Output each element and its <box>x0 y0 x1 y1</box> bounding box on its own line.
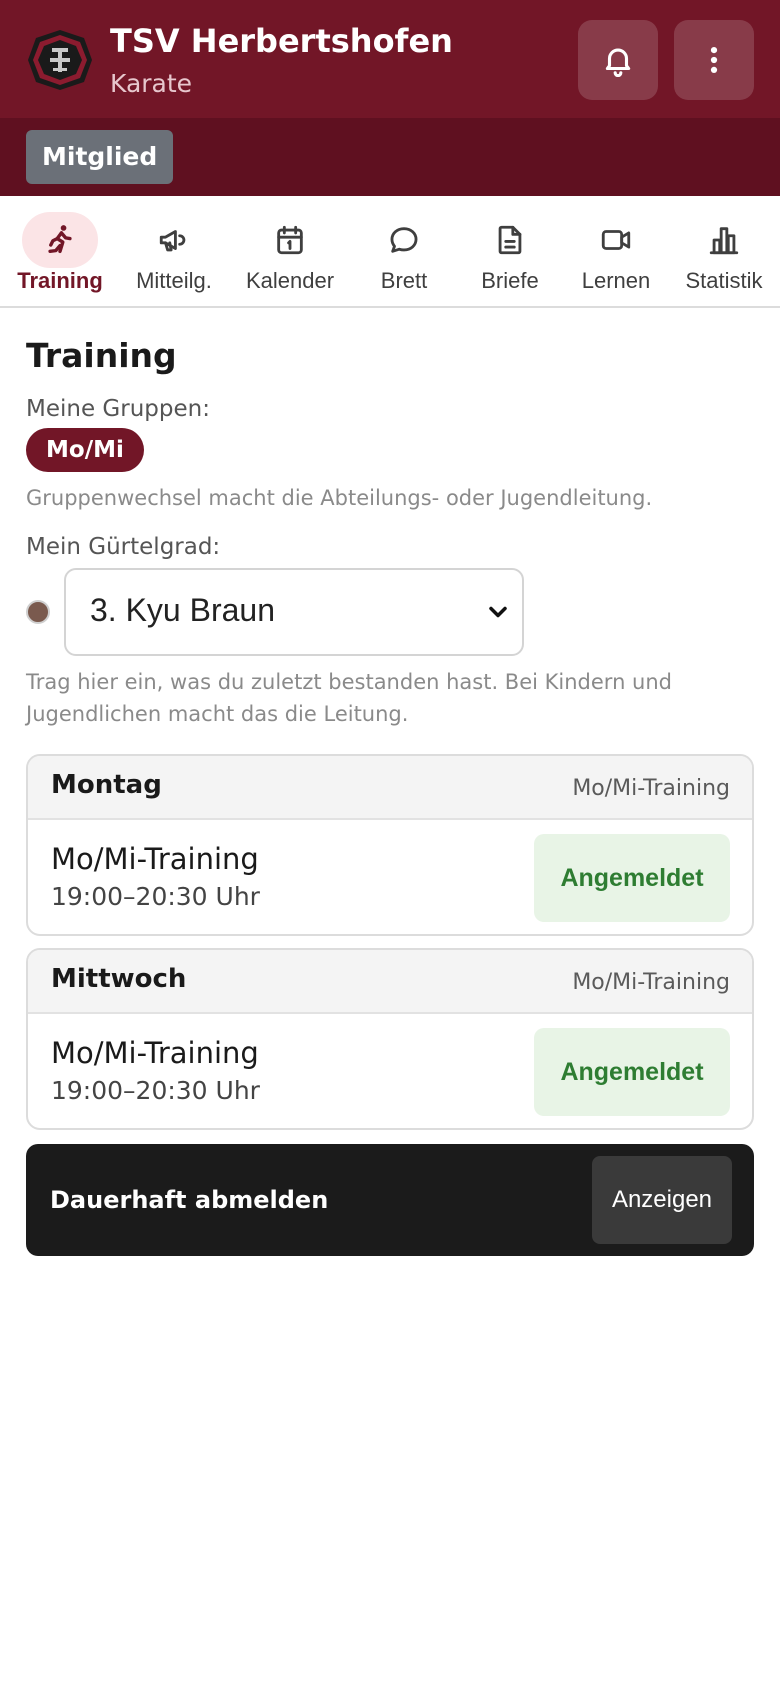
more-menu-button[interactable] <box>674 20 754 100</box>
video-icon <box>601 230 631 250</box>
tab-statistik[interactable]: Statistik <box>668 196 780 306</box>
groups-label: Meine Gruppen: <box>26 396 210 422</box>
session-card: Mittwoch Mo/Mi-Training Mo/Mi-Training 1… <box>26 948 754 1130</box>
session-group-tag: Mo/Mi-Training <box>572 970 730 995</box>
running-icon <box>48 225 72 254</box>
tab-kalender[interactable]: Kalender <box>228 196 352 306</box>
bell-icon <box>605 48 631 77</box>
tab-label: Brett <box>380 268 428 293</box>
bar-chart-icon <box>709 227 739 255</box>
belt-label: Mein Gürtelgrad: <box>26 534 221 560</box>
tab-training[interactable]: Training <box>0 196 120 306</box>
session-day: Mittwoch <box>51 964 187 994</box>
club-crest-icon <box>28 30 92 90</box>
session-day: Montag <box>51 770 162 800</box>
tab-label: Briefe <box>481 268 539 293</box>
session-group-tag: Mo/Mi-Training <box>572 776 730 801</box>
chat-bubble-icon <box>390 227 418 253</box>
tab-label: Lernen <box>581 268 651 293</box>
tab-mitteilungen[interactable]: Mitteilg. <box>120 196 228 306</box>
tab-lernen[interactable]: Lernen <box>564 196 668 306</box>
page-title: Training <box>26 336 177 375</box>
notifications-button[interactable] <box>578 20 658 100</box>
unsubscribe-bar: Dauerhaft abmelden Anzeigen <box>26 1144 754 1256</box>
tab-label: Training <box>17 268 103 293</box>
session-name: Mo/Mi-Training <box>51 842 259 876</box>
tab-briefe[interactable]: Briefe <box>456 196 564 306</box>
calendar-icon <box>277 225 303 255</box>
app-bar: TSV Herbertshofen Karate <box>0 0 780 118</box>
app-title: TSV Herbertshofen <box>110 22 453 60</box>
tab-label: Statistik <box>685 268 763 293</box>
session-card-header: Montag Mo/Mi-Training <box>28 756 752 820</box>
group-chip: Mo/Mi <box>26 428 144 472</box>
unsubscribe-label: Dauerhaft abmelden <box>50 1186 329 1214</box>
session-time: 19:00–20:30 Uhr <box>51 882 260 911</box>
session-card-header: Mittwoch Mo/Mi-Training <box>28 950 752 1014</box>
document-icon <box>498 225 522 255</box>
tab-brett[interactable]: Brett <box>352 196 456 306</box>
show-unsubscribe-button[interactable]: Anzeigen <box>592 1156 732 1244</box>
session-card: Montag Mo/Mi-Training Mo/Mi-Training 19:… <box>26 754 754 936</box>
groups-hint: Gruppenwechsel macht die Abteilungs- ode… <box>26 486 653 510</box>
tab-label: Kalender <box>245 268 335 293</box>
chevron-down-icon <box>489 606 507 618</box>
belt-grade-select[interactable]: 3. Kyu Braun <box>64 568 524 656</box>
role-bar: Mitglied <box>0 118 780 196</box>
more-vertical-icon <box>710 46 718 74</box>
belt-hint: Trag hier ein, was du zuletzt bestanden … <box>26 670 673 726</box>
tab-label: Mitteilg. <box>136 268 212 293</box>
registration-status-button[interactable]: Angemeldet <box>534 1028 730 1116</box>
belt-grade-value: 3. Kyu Braun <box>90 592 275 628</box>
session-time: 19:00–20:30 Uhr <box>51 1076 260 1105</box>
session-name: Mo/Mi-Training <box>51 1036 259 1070</box>
role-badge: Mitglied <box>26 130 174 184</box>
belt-color-swatch <box>26 600 50 624</box>
tab-bar: Training Mitteilg. Kalender Brett Briefe… <box>0 196 780 308</box>
app-subtitle: Karate <box>110 69 193 98</box>
megaphone-icon <box>159 230 186 252</box>
registration-status-button[interactable]: Angemeldet <box>534 834 730 922</box>
